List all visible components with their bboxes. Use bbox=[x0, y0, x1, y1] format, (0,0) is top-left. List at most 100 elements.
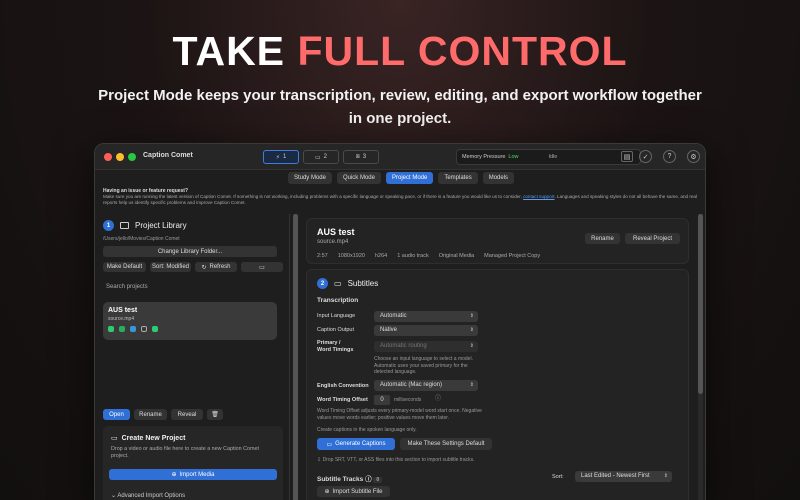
create-project-dropzone[interactable]: ▭ Create New Project Drop a video or aud… bbox=[103, 426, 283, 500]
chat-icon bbox=[152, 326, 158, 332]
library-path: /Users/jello/Movies/Caption Comet bbox=[103, 236, 180, 242]
reveal-button[interactable]: Reveal bbox=[171, 409, 203, 420]
hero-title-accent: FULL CONTROL bbox=[297, 28, 628, 74]
feedback-notice: Having an issue or feature request? Make… bbox=[103, 188, 701, 206]
refresh-button[interactable]: ↻ Refresh bbox=[195, 262, 237, 272]
subtitles-card: 2 ▭ Subtitles Transcription Input Langua… bbox=[306, 269, 689, 500]
rename-button[interactable]: Rename bbox=[134, 409, 167, 420]
search-input[interactable]: Search projects bbox=[106, 284, 148, 290]
drop-hint-text: Drop SRT, VTT, or ASS files into this se… bbox=[322, 457, 475, 463]
transcription-heading: Transcription bbox=[317, 297, 359, 304]
project-title: AUS test bbox=[317, 227, 355, 237]
subtitles-title: Subtitles bbox=[347, 279, 379, 288]
import-subtitle-button[interactable]: ⊕ Import Subtitle File bbox=[317, 486, 390, 497]
chevron-updown-icon: ⇕ bbox=[469, 313, 474, 319]
memory-pressure-indicator: Memory Pressure Low Idle bbox=[456, 149, 641, 165]
caption-output-select[interactable]: Native ⇕ bbox=[374, 325, 478, 336]
memory-label: Memory Pressure bbox=[462, 154, 506, 160]
trash-button[interactable]: 🗑 bbox=[207, 409, 223, 420]
video-icon bbox=[119, 326, 125, 332]
project-library-panel: 1 Project Library /Users/jello/Movies/Ca… bbox=[95, 214, 290, 500]
folder-icon: ▭ bbox=[259, 264, 265, 271]
primary-label-2: Word Timings bbox=[317, 347, 354, 353]
subtitles-icon: ▭ bbox=[334, 279, 342, 288]
offset-unit: milliseconds bbox=[394, 397, 422, 403]
step-badge: 2 bbox=[317, 278, 328, 289]
tab-project-mode[interactable]: Project Mode bbox=[385, 172, 434, 184]
caption-output-value: Native bbox=[380, 327, 398, 333]
change-library-folder-button[interactable]: Change Library Folder... bbox=[103, 246, 277, 257]
make-settings-default-button[interactable]: Make These Settings Default bbox=[400, 438, 492, 450]
info-icon[interactable]: ⓘ bbox=[365, 476, 372, 483]
primary-label-1: Primary / bbox=[317, 340, 341, 346]
titlebar: Caption Comet ⚡ 1 ▭ 2 ⧈ 3 Memory Pressur… bbox=[95, 144, 705, 170]
right-scrollbar[interactable] bbox=[698, 214, 703, 500]
left-scrollbar[interactable] bbox=[293, 214, 298, 500]
tracks-label: Subtitle Tracks bbox=[317, 476, 364, 483]
generate-label: Generate Captions bbox=[335, 441, 386, 447]
import-media-button[interactable]: ⊕ Import Media bbox=[109, 469, 277, 480]
project-card[interactable]: AUS test source.mp4 bbox=[103, 302, 277, 340]
english-convention-label: English Convention bbox=[317, 383, 369, 389]
create-title: Create New Project bbox=[121, 434, 186, 442]
import-icon: ⊕ bbox=[171, 472, 177, 478]
checkmark-icon[interactable]: ✓ bbox=[639, 150, 652, 163]
info-icon[interactable]: ⓘ bbox=[435, 396, 441, 403]
contact-support-link[interactable]: contact support bbox=[523, 194, 554, 199]
tracks-count: 0 bbox=[373, 477, 383, 483]
create-header: ▭ Create New Project bbox=[111, 434, 186, 443]
queue-export-button[interactable]: ⧈ 3 bbox=[343, 150, 379, 164]
zoom-window-button[interactable] bbox=[128, 153, 136, 161]
folder-icon bbox=[120, 222, 129, 229]
close-window-button[interactable] bbox=[104, 153, 112, 161]
queue-transcribe-button[interactable]: ⚡ 1 bbox=[263, 150, 299, 164]
import-icon: ⊕ bbox=[324, 489, 330, 495]
chevron-updown-icon: ⇕ bbox=[469, 382, 474, 388]
sort-button[interactable]: Sort: Modified bbox=[150, 262, 191, 272]
caption-queue-icon[interactable]: ▤ bbox=[621, 151, 633, 162]
document-icon bbox=[141, 326, 147, 332]
make-default-button[interactable]: Make Default bbox=[103, 262, 146, 272]
generate-captions-button[interactable]: ▭ Generate Captions bbox=[317, 438, 395, 450]
create-hint: Create captions in the spoken language o… bbox=[317, 427, 417, 433]
project-meta: 2:57 1080x1920 h264 1 audio track Origin… bbox=[317, 253, 540, 259]
english-convention-select[interactable]: Automatic (Mac region) ⇕ bbox=[374, 380, 478, 391]
tab-templates[interactable]: Templates bbox=[438, 172, 478, 184]
project-source: source.mp4 bbox=[317, 239, 349, 245]
tracks-sort-select[interactable]: Last Edited - Newest First ⇕ bbox=[575, 471, 672, 482]
tab-quick-mode[interactable]: Quick Mode bbox=[336, 172, 381, 184]
memory-value: Low bbox=[508, 154, 519, 160]
meta-copy: Managed Project Copy bbox=[484, 253, 541, 259]
app-window: Caption Comet ⚡ 1 ▭ 2 ⧈ 3 Memory Pressur… bbox=[94, 143, 706, 500]
import-label: Import Media bbox=[179, 471, 215, 478]
primary-hint: Choose an input language to select a mod… bbox=[374, 356, 473, 375]
input-language-select[interactable]: Automatic ⇕ bbox=[374, 311, 478, 322]
primary-label: Primary / Word Timings bbox=[317, 340, 353, 354]
help-icon[interactable]: ? bbox=[663, 150, 676, 163]
hero-subtitle: Project Mode keeps your transcription, r… bbox=[98, 87, 702, 127]
open-button[interactable]: Open bbox=[103, 409, 130, 420]
step-badge: 1 bbox=[103, 220, 114, 231]
advanced-import-toggle[interactable]: ⌄ Advanced Import Options bbox=[111, 492, 185, 499]
offset-input[interactable]: 0 bbox=[374, 395, 390, 405]
project-file: source.mp4 bbox=[108, 316, 135, 322]
refresh-icon: ↻ bbox=[201, 264, 207, 271]
reveal-folder-button[interactable]: ▭ bbox=[241, 262, 283, 272]
hero-title-plain: TAKE bbox=[172, 28, 286, 74]
caption-icon: ▭ bbox=[326, 441, 333, 448]
app-name: Caption Comet bbox=[143, 152, 193, 159]
meta-codec: h264 bbox=[374, 253, 388, 259]
tab-study-mode[interactable]: Study Mode bbox=[287, 172, 332, 184]
project-status-icons bbox=[108, 326, 158, 332]
tab-models[interactable]: Models bbox=[482, 172, 515, 184]
queue-count: 1 bbox=[282, 154, 287, 160]
gear-icon[interactable]: ⚙ bbox=[687, 150, 700, 163]
queue-captions-button[interactable]: ▭ 2 bbox=[303, 150, 339, 164]
input-language-label: Input Language bbox=[317, 313, 356, 319]
primary-model-select[interactable]: Automatic routing ⇕ bbox=[374, 341, 478, 352]
queue-count: 3 bbox=[362, 154, 367, 160]
offset-label: Word Timing Offset bbox=[317, 397, 368, 403]
reveal-project-button[interactable]: Reveal Project bbox=[625, 233, 680, 244]
rename-project-button[interactable]: Rename bbox=[585, 233, 620, 244]
minimize-window-button[interactable] bbox=[116, 153, 124, 161]
